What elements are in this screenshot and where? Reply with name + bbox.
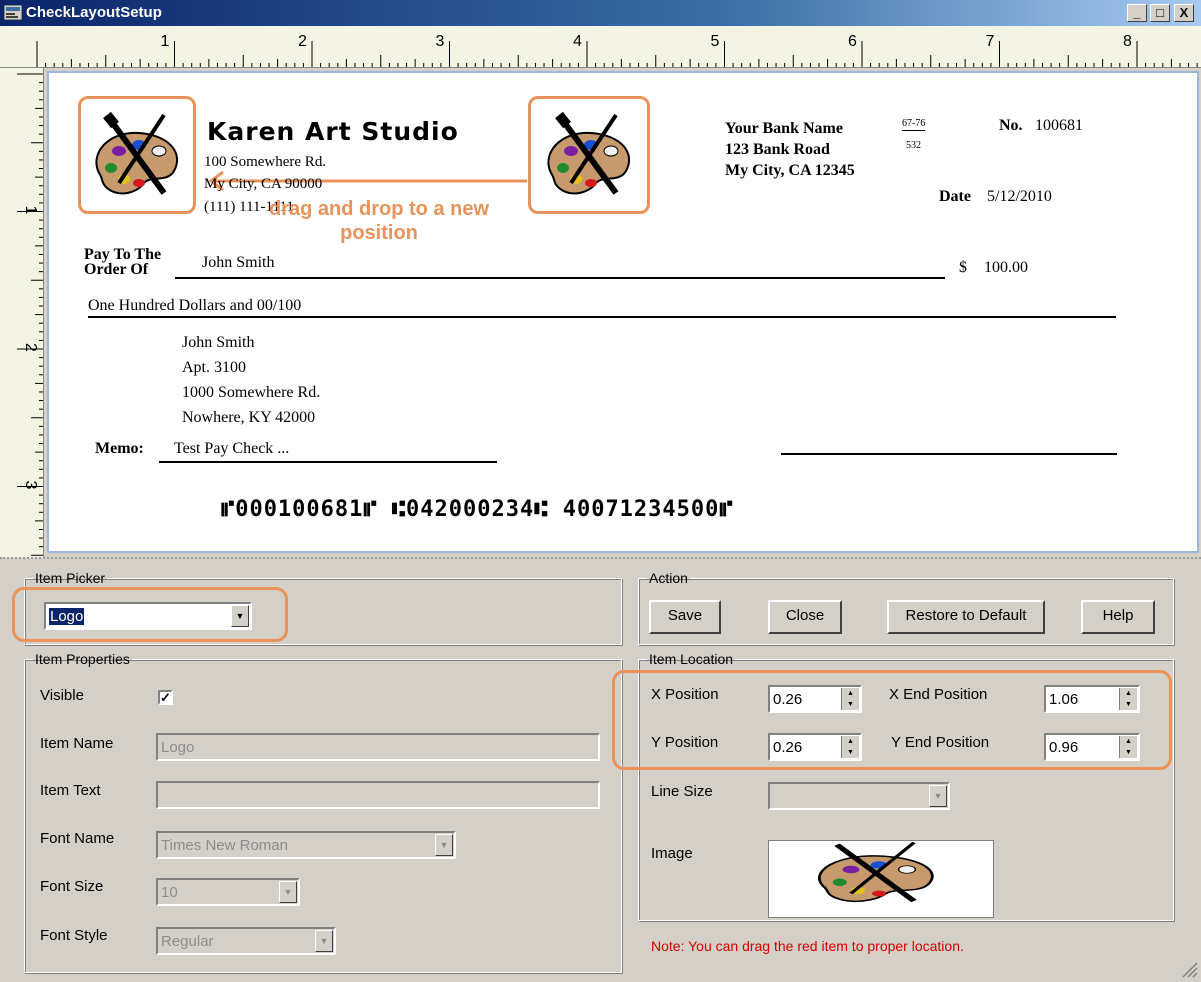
item-text-field[interactable] (156, 781, 600, 809)
font-style-value: Regular (161, 933, 214, 950)
palette-icon (547, 111, 631, 195)
line-size-select[interactable]: ▼ (768, 782, 950, 810)
check-canvas[interactable]: Karen Art Studio 100 Somewhere Rd. My Ci… (47, 71, 1199, 553)
save-button[interactable]: Save (649, 600, 721, 634)
item-picker-highlight (12, 587, 288, 642)
image-preview[interactable] (768, 840, 994, 918)
pay-to-label-line2: Order Of (84, 261, 149, 278)
logo-item[interactable] (78, 96, 196, 214)
font-size-value: 10 (161, 884, 178, 901)
pay-to-label-line1: Pay To The (84, 246, 162, 263)
address-line-2[interactable]: Apt. 3100 (182, 359, 246, 377)
date-value[interactable]: 5/12/2010 (987, 188, 1052, 206)
ruler-number: 5 (711, 33, 720, 50)
check-number[interactable]: 100681 (1035, 117, 1083, 135)
item-properties-legend: Item Properties (35, 651, 130, 667)
dropdown-arrow-icon[interactable]: ▼ (929, 785, 947, 807)
fraction-bottom[interactable]: 532 (906, 140, 921, 151)
font-size-select[interactable]: 10 ▼ (156, 878, 300, 906)
ruler-number: 3 (22, 481, 39, 490)
image-label: Image (651, 845, 693, 862)
ruler-number: 8 (1123, 33, 1132, 50)
app-icon (4, 5, 22, 20)
restore-default-button[interactable]: Restore to Default (887, 600, 1045, 634)
signature-line (781, 453, 1117, 455)
visible-checkbox[interactable]: ✓ (158, 690, 173, 705)
item-properties-group: Item Properties (24, 651, 622, 973)
checkbox-check-icon: ✓ (160, 690, 171, 705)
line-size-label: Line Size (651, 783, 713, 800)
memo-label: Memo: (95, 440, 144, 457)
font-size-label: Font Size (40, 878, 104, 895)
ruler-number: 2 (22, 343, 39, 352)
bank-name[interactable]: Your Bank Name (725, 118, 843, 139)
ruler-number: 3 (436, 33, 445, 50)
minimize-button[interactable]: _ (1127, 4, 1147, 22)
memo-line (159, 461, 497, 463)
amount-in-words[interactable]: One Hundred Dollars and 00/100 (88, 297, 301, 315)
ruler-number: 4 (573, 33, 582, 50)
drag-hint-note: Note: You can drag the red item to prope… (651, 938, 964, 954)
ruler-number: 1 (22, 206, 39, 215)
help-button[interactable]: Help (1081, 600, 1155, 634)
vertical-ruler: 1 2 3 (0, 68, 44, 558)
action-legend: Action (649, 570, 688, 586)
amount-words-line (88, 316, 1116, 318)
check-number-label: No. (999, 117, 1023, 134)
font-style-label: Font Style (40, 927, 108, 944)
window-title: CheckLayoutSetup (26, 4, 162, 21)
pay-to-label: Pay To The Order Of (84, 246, 162, 278)
maximize-button[interactable]: □ (1150, 4, 1170, 22)
item-text-label: Item Text (40, 782, 101, 799)
date-label: Date (939, 188, 971, 205)
item-location-highlight (612, 670, 1172, 770)
horizontal-ruler: 1 2 3 4 5 6 7 8 (0, 26, 1201, 68)
address-line-3[interactable]: 1000 Somewhere Rd. (182, 384, 320, 402)
dropdown-arrow-icon[interactable]: ▼ (315, 930, 333, 952)
item-name-field[interactable]: Logo (156, 733, 600, 761)
horizontal-ruler-ticks: 1 2 3 4 5 6 7 8 (36, 33, 1198, 67)
title-bar: CheckLayoutSetup _ □ X (0, 0, 1201, 26)
dragged-logo-preview[interactable] (528, 96, 650, 214)
bank-address1[interactable]: 123 Bank Road (725, 139, 830, 160)
close-window-button[interactable]: X (1174, 4, 1194, 22)
dropdown-arrow-icon[interactable]: ▼ (279, 881, 297, 903)
drag-instruction: drag and drop to a new position (269, 198, 490, 244)
palette-icon (95, 111, 179, 195)
panel-separator (0, 557, 1201, 559)
amount-value[interactable]: 100.00 (984, 259, 1028, 277)
font-name-value: Times New Roman (161, 837, 288, 854)
address-line-4[interactable]: Nowhere, KY 42000 (182, 409, 315, 427)
ruler-number: 1 (161, 33, 170, 50)
ruler-number: 6 (848, 33, 857, 50)
payee-name[interactable]: John Smith (202, 254, 274, 272)
address-line-1[interactable]: John Smith (182, 334, 254, 352)
item-picker-legend: Item Picker (35, 570, 106, 586)
item-location-legend: Item Location (649, 651, 734, 667)
font-name-select[interactable]: Times New Roman ▼ (156, 831, 456, 859)
fraction-top[interactable]: 67-76 (902, 118, 926, 131)
company-address1[interactable]: 100 Somewhere Rd. (204, 154, 326, 171)
palette-icon (818, 841, 934, 903)
payee-line (175, 277, 945, 279)
dropdown-arrow-icon[interactable]: ▼ (435, 834, 453, 856)
micr-line[interactable]: ⑈000100681⑈ ⑆042000234⑆ 40071234500⑈ (221, 497, 734, 522)
ruler-number: 2 (298, 33, 307, 50)
font-style-select[interactable]: Regular ▼ (156, 927, 336, 955)
dollar-sign: $ (959, 259, 967, 276)
resize-grip-icon[interactable] (1180, 960, 1198, 978)
vertical-ruler-ticks: 1 2 3 (17, 73, 43, 556)
visible-label: Visible (40, 687, 84, 704)
company-name[interactable]: Karen Art Studio (207, 117, 459, 146)
font-name-label: Font Name (40, 830, 115, 847)
company-address2[interactable]: My City, CA 90000 (204, 176, 322, 193)
memo-text[interactable]: Test Pay Check ... (174, 440, 289, 458)
ruler-number: 7 (986, 33, 995, 50)
item-name-label: Item Name (40, 735, 114, 752)
bank-address2[interactable]: My City, CA 12345 (725, 160, 855, 181)
close-button[interactable]: Close (768, 600, 842, 634)
